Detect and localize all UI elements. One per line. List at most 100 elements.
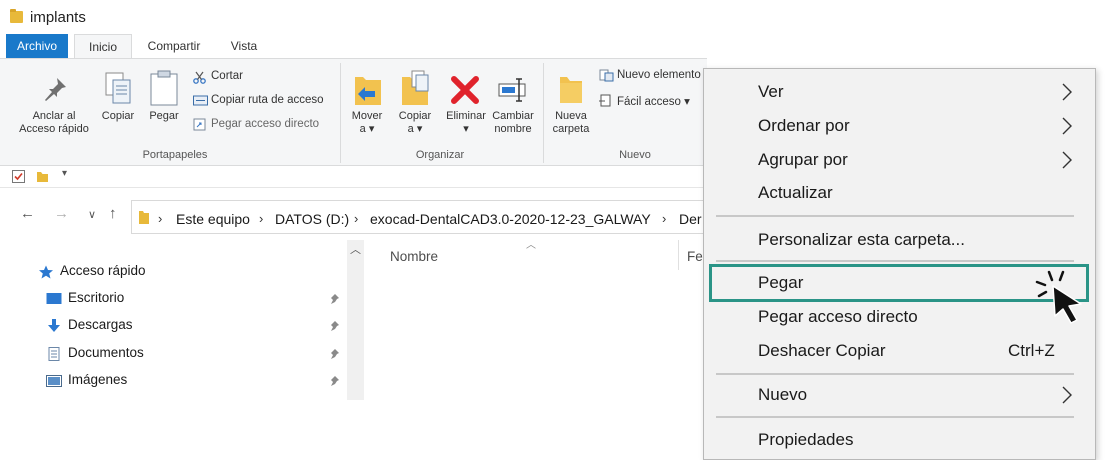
back-arrow-icon[interactable]: ← [20, 205, 35, 222]
nav-item-quick-access[interactable]: Acceso rápido [38, 262, 358, 284]
paste-label: Pegar [149, 110, 179, 122]
breadcrumb-chevron-icon[interactable]: › [354, 211, 358, 226]
pin-label: Anclar al [32, 110, 76, 122]
recent-locations-chevron-icon[interactable]: ∨ [88, 208, 96, 221]
nav-item-label: Documentos [68, 345, 144, 360]
menu-item-shortcut: Ctrl+Z [1008, 341, 1055, 360]
submenu-chevron-icon [1062, 117, 1072, 135]
menu-item-label: Agrupar por [758, 150, 848, 169]
nav-item-downloads[interactable]: Descargas [46, 316, 356, 338]
pin-label-2: Acceso rápido [19, 123, 89, 135]
breadcrumb-chevron-icon[interactable]: › [158, 211, 162, 226]
column-header-name[interactable]: Nombre [390, 249, 438, 264]
pin-icon[interactable] [330, 320, 340, 332]
paste-shortcut-icon [193, 118, 206, 131]
nav-item-label: Imágenes [68, 372, 128, 387]
column-header-date[interactable]: Fe [687, 249, 703, 264]
menu-item-label: Actualizar [758, 183, 833, 202]
column-separator[interactable] [678, 240, 679, 270]
menu-item-label: Ordenar por [758, 116, 850, 135]
menu-item-label: Personalizar esta carpeta... [758, 230, 965, 249]
move-to-sub: a ▾ [359, 123, 375, 135]
rename-label-2: nombre [494, 123, 532, 135]
navigation-pane: Acceso rápido Escritorio Descargas Docum… [0, 240, 360, 400]
copy-label: Copiar [101, 110, 135, 122]
move-to-label: Mover [351, 110, 383, 122]
click-cursor-icon [1035, 270, 1082, 324]
easy-access-icon [599, 94, 611, 107]
breadcrumb-chevron-icon[interactable]: › [259, 211, 263, 226]
menu-item-new[interactable]: Nuevo [704, 378, 1097, 412]
customize-toolbar-chevron-icon[interactable]: ▾ [62, 168, 67, 179]
copy-path-icon [193, 95, 208, 106]
submenu-chevron-icon [1062, 83, 1072, 101]
window-title: implants [30, 9, 86, 26]
menu-item-customize-folder[interactable]: Personalizar esta carpeta... [704, 223, 1097, 257]
easy-access-label: Fácil acceso ▾ [617, 96, 690, 108]
menu-item-view[interactable]: Ver [704, 75, 1097, 109]
ribbon-tabs: Archivo Inicio Compartir Vista [0, 34, 700, 58]
context-menu: Ver Ordenar por Agrupar por Actualizar P… [703, 68, 1096, 460]
rename-label: Cambiar [492, 110, 534, 122]
pin-icon[interactable] [330, 348, 340, 360]
organize-group-label: Organizar [415, 149, 465, 161]
pin-icon[interactable] [330, 375, 340, 387]
pictures-icon [46, 375, 62, 387]
breadcrumb-exocad[interactable]: exocad-DentalCAD3.0-2020-12-23_GALWAY [370, 211, 651, 227]
menu-item-undo-copy[interactable]: Deshacer Copiar Ctrl+Z [704, 334, 1097, 368]
pin-icon [45, 78, 66, 101]
nav-item-desktop[interactable]: Escritorio [46, 289, 356, 311]
nav-item-pictures[interactable]: Imágenes [46, 371, 356, 393]
new-folder-label: Nueva [555, 110, 587, 122]
scroll-up-arrow-icon[interactable]: ︿ [350, 241, 361, 257]
delete-x-icon [451, 76, 479, 104]
up-arrow-icon[interactable]: ↑ [109, 205, 117, 222]
breadcrumb-drive[interactable]: DATOS (D:) [275, 211, 349, 227]
title-bar: implants [0, 0, 1107, 34]
folder-icon[interactable] [36, 170, 49, 183]
star-icon [39, 265, 53, 279]
document-icon [48, 347, 60, 361]
paste-icon [150, 70, 178, 106]
menu-item-label: Deshacer Copiar [758, 341, 886, 360]
nav-pane-scrollbar[interactable] [347, 240, 364, 400]
copy-icon [105, 72, 131, 104]
submenu-chevron-icon [1062, 386, 1072, 404]
cut-label: Cortar [211, 70, 243, 82]
pin-icon[interactable] [330, 293, 340, 305]
ribbon: Anclar al Acceso rápido Copiar Pegar Cor… [0, 58, 707, 166]
breadcrumb-this-pc[interactable]: Este equipo [176, 211, 250, 227]
tab-home[interactable]: Inicio [74, 34, 132, 58]
menu-item-label: Pegar [758, 273, 804, 292]
copy-to-label: Copiar [398, 110, 432, 122]
delete-sub: ▾ [463, 123, 469, 135]
menu-item-label: Propiedades [758, 430, 854, 449]
sort-indicator-icon: ︿ [526, 240, 536, 251]
properties-check-icon[interactable] [12, 170, 25, 183]
nav-item-documents[interactable]: Documentos [46, 344, 356, 366]
menu-item-refresh[interactable]: Actualizar [704, 176, 1097, 210]
nav-item-label: Descargas [68, 317, 133, 332]
menu-item-label: Nuevo [758, 385, 808, 404]
tab-share[interactable]: Compartir [136, 34, 212, 58]
new-folder-label-2: carpeta [552, 123, 590, 135]
tab-file[interactable]: Archivo [6, 34, 68, 58]
breadcrumb-chevron-icon[interactable]: › [662, 211, 666, 226]
new-folder-icon [560, 77, 582, 103]
menu-item-sort-by[interactable]: Ordenar por [704, 109, 1097, 143]
new-item-icon [599, 69, 614, 82]
nav-item-label: Acceso rápido [60, 263, 146, 278]
menu-item-properties[interactable]: Propiedades [704, 423, 1097, 457]
quick-access-toolbar: ▾ [0, 166, 707, 188]
menu-separator [716, 373, 1074, 375]
breadcrumb-der[interactable]: Der [679, 211, 702, 227]
tab-view[interactable]: Vista [216, 34, 272, 58]
clipboard-group-label: Portapapeles [142, 149, 208, 161]
address-bar[interactable]: › Este equipo › DATOS (D:) › exocad-Dent… [131, 200, 707, 234]
menu-item-label: Pegar acceso directo [758, 307, 918, 326]
menu-separator [716, 416, 1074, 418]
menu-item-group-by[interactable]: Agrupar por [704, 143, 1097, 177]
copy-to-icon [402, 70, 429, 105]
scissors-icon [193, 71, 206, 84]
forward-arrow-icon[interactable]: → [54, 205, 69, 222]
